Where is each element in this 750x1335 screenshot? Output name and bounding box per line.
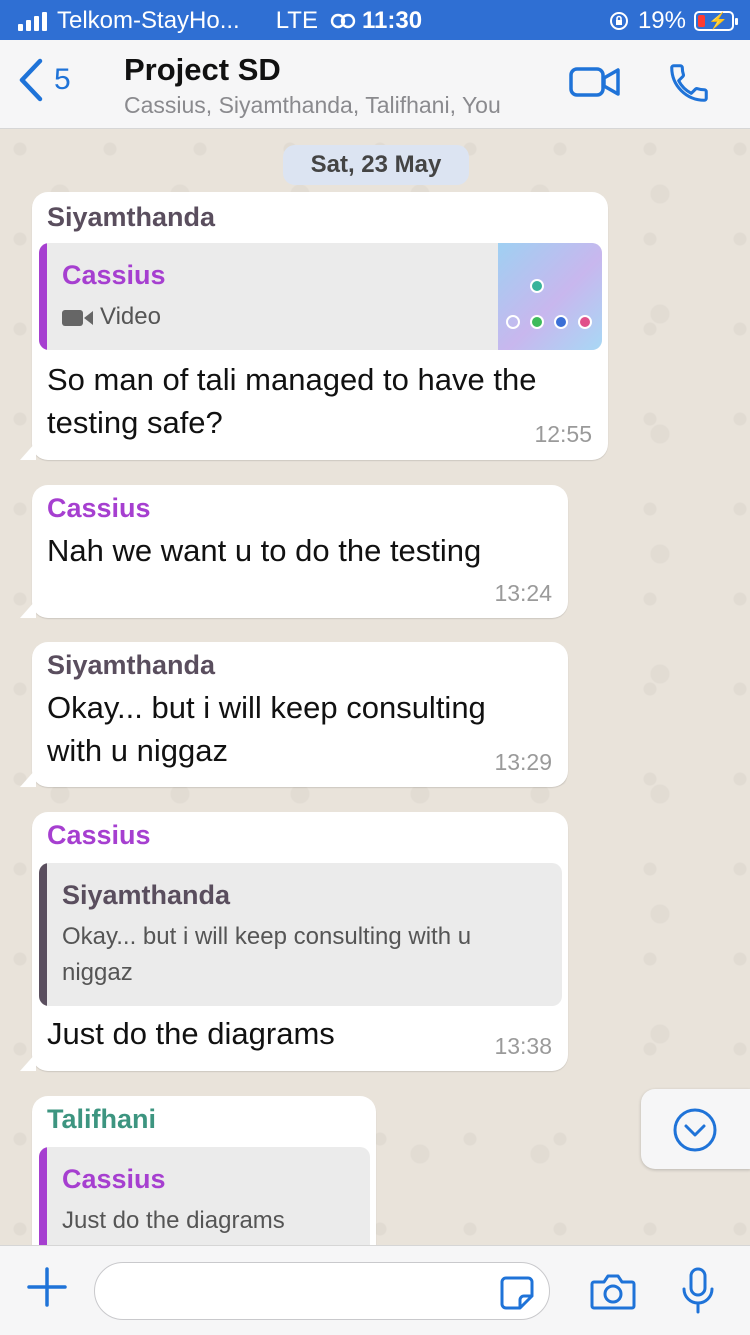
message-bubble[interactable]: Cassius Nah we want u to do the testing …: [20, 485, 568, 618]
composer-bar: [0, 1245, 750, 1335]
clock: 11:30: [362, 7, 423, 34]
video-icon: [62, 310, 93, 326]
chevron-down-circle-icon: [673, 1108, 717, 1152]
message-text: Just do the diagrams: [47, 1016, 335, 1051]
date-separator: Sat, 23 May: [283, 145, 469, 185]
message-text-cont: with u niggaz: [47, 733, 228, 768]
message-bubble[interactable]: Siyamthanda Okay... but i will keep cons…: [20, 642, 568, 787]
message-sender: Siyamthanda: [47, 650, 216, 680]
chat-title[interactable]: Project SD: [124, 52, 281, 88]
hotspot-icon: [330, 13, 356, 29]
chevron-left-icon: [19, 58, 43, 102]
battery-percent: 19%: [637, 7, 686, 34]
quoted-message[interactable]: Siyamthanda Okay... but i will keep cons…: [39, 863, 562, 1006]
status-bar: Telkom-StayHo... LTE 11:30 19% ⚡: [0, 0, 750, 40]
quoted-message[interactable]: Cassius Video: [39, 243, 602, 350]
message-sender: Cassius: [47, 493, 151, 523]
chat-participants[interactable]: Cassius, Siyamthanda, Talifhani, You: [124, 92, 501, 119]
quoted-sender: Cassius: [62, 260, 166, 290]
carrier-label: Telkom-StayHo...: [57, 7, 240, 34]
message-time: 12:55: [534, 421, 592, 447]
chat-header: 5 Project SD Cassius, Siyamthanda, Talif…: [0, 40, 750, 129]
camera-icon[interactable]: [590, 1272, 636, 1312]
message-bubble[interactable]: Cassius Siyamthanda Okay... but i will k…: [20, 812, 568, 1071]
plus-icon[interactable]: [26, 1266, 68, 1308]
unread-count: 5: [54, 63, 71, 96]
message-text: So man of tali managed to have the: [47, 362, 537, 397]
message-sender: Cassius: [47, 820, 151, 850]
sticker-icon[interactable]: [500, 1276, 534, 1310]
orientation-lock-icon: [609, 12, 628, 30]
video-thumbnail[interactable]: [498, 243, 602, 350]
quoted-text-cont: niggaz: [62, 959, 133, 986]
quoted-media-label: Video: [100, 303, 161, 330]
signal-icon: [18, 11, 47, 31]
battery-icon: ⚡: [694, 11, 738, 31]
message-bubble[interactable]: Siyamthanda Cassius Video So man of tali…: [20, 192, 608, 460]
quoted-text: Okay... but i will keep consulting with …: [62, 923, 472, 950]
message-text: Okay... but i will keep consulting: [47, 690, 486, 725]
message-input[interactable]: [94, 1262, 550, 1320]
quoted-message[interactable]: Cassius Just do the diagrams: [39, 1147, 370, 1245]
message-text: Nah we want u to do the testing: [47, 533, 482, 568]
video-camera-icon[interactable]: [568, 64, 622, 100]
message-time: 13:24: [494, 580, 552, 606]
message-text-cont: testing safe?: [47, 405, 223, 440]
quoted-sender: Siyamthanda: [62, 880, 231, 910]
back-button[interactable]: 5: [18, 58, 71, 102]
network-label: LTE: [275, 7, 318, 34]
message-time: 13:38: [494, 1033, 552, 1059]
scroll-to-bottom-button[interactable]: [641, 1089, 750, 1169]
quoted-sender: Cassius: [62, 1164, 166, 1194]
microphone-icon[interactable]: [681, 1267, 715, 1315]
quoted-text: Just do the diagrams: [62, 1207, 285, 1234]
message-time: 13:29: [494, 749, 552, 775]
phone-icon[interactable]: [666, 60, 712, 106]
message-sender: Talifhani: [47, 1104, 157, 1134]
message-bubble[interactable]: Talifhani Cassius Just do the diagrams: [32, 1096, 376, 1245]
message-sender: Siyamthanda: [47, 202, 216, 232]
message-list[interactable]: Sat, 23 May Siyamthanda Cassius Video So…: [0, 129, 750, 1245]
